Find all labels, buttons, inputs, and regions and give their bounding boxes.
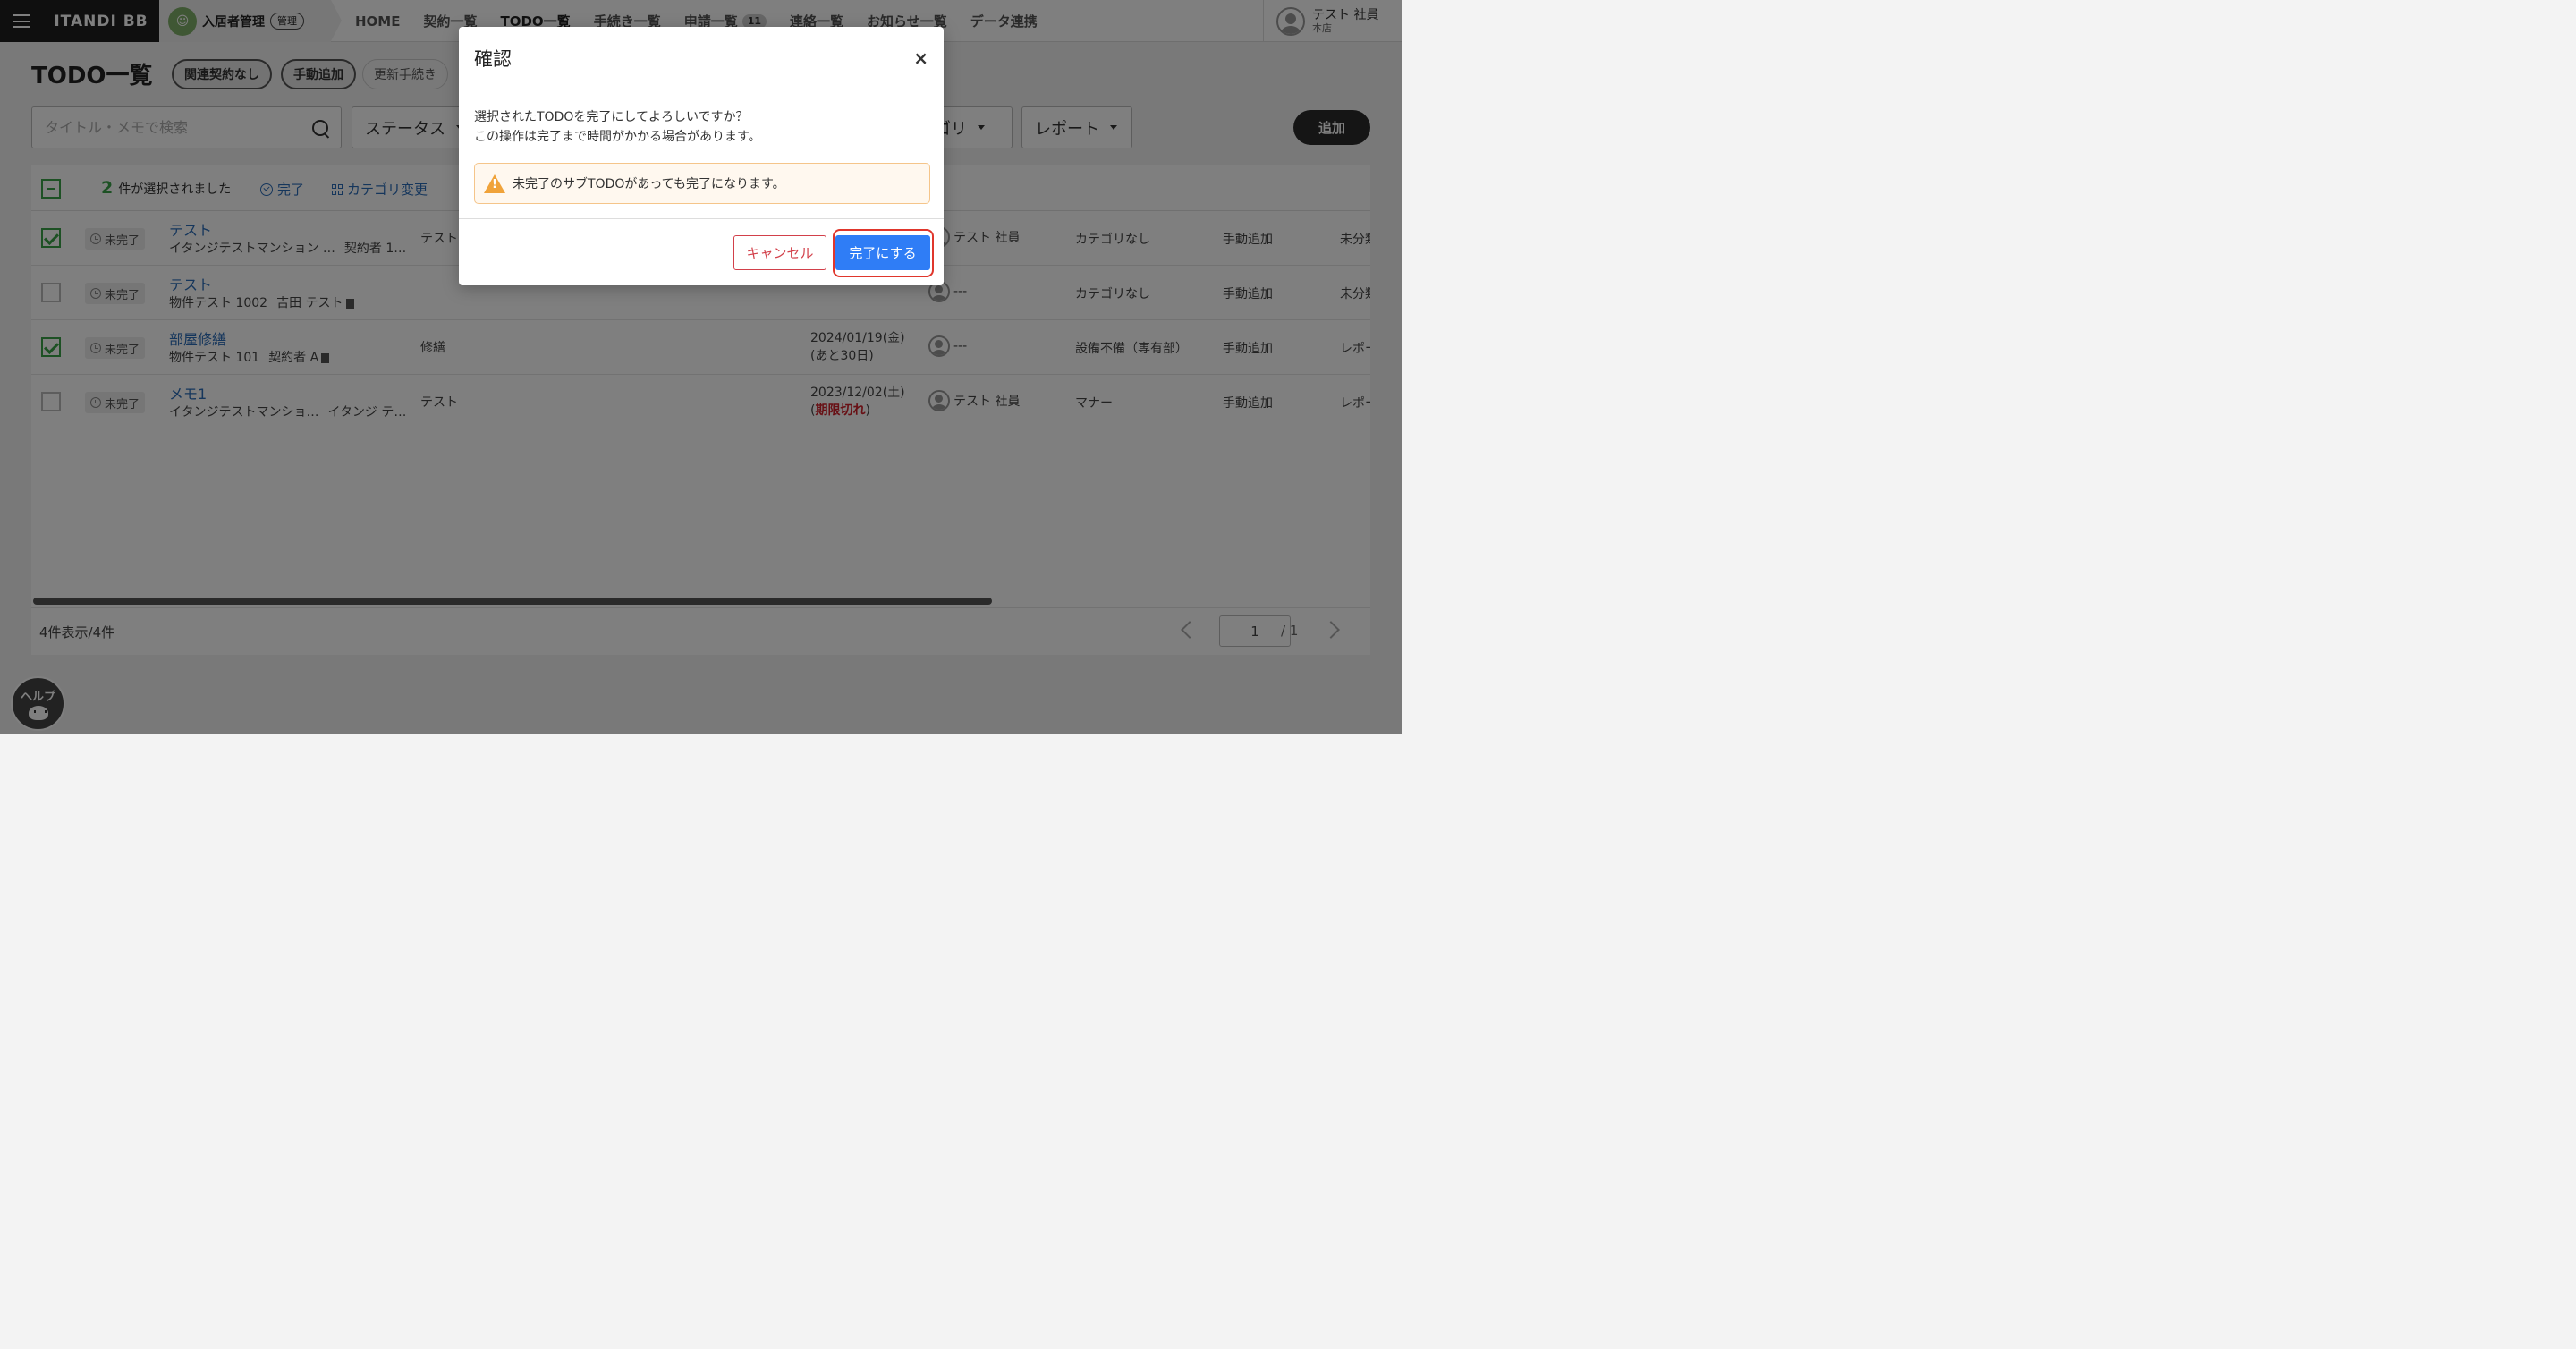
dialog-footer: キャンセル 完了にする xyxy=(459,218,944,285)
dialog-message-line: 選択されたTODOを完了にしてよろしいですか？ xyxy=(474,110,749,124)
dialog-title: 確認 xyxy=(474,47,512,70)
close-icon[interactable]: × xyxy=(913,49,928,67)
warning-alert: 未完了のサブTODOがあっても完了になります。 xyxy=(474,163,930,204)
dialog-body: 選択されたTODOを完了にしてよろしいですか？ この操作は完了まで時間がかかる場… xyxy=(474,107,930,204)
confirm-dialog: 確認 × 選択されたTODOを完了にしてよろしいですか？ この操作は完了まで時間… xyxy=(459,27,944,285)
warning-text: 未完了のサブTODOがあっても完了になります。 xyxy=(513,177,785,191)
cancel-button[interactable]: キャンセル xyxy=(733,235,826,270)
warning-icon xyxy=(484,174,505,193)
dialog-message-line: この操作は完了まで時間がかかる場合があります。 xyxy=(474,130,761,144)
dialog-header: 確認 × xyxy=(459,27,944,89)
confirm-complete-button[interactable]: 完了にする xyxy=(835,235,930,270)
dialog-message: 選択されたTODOを完了にしてよろしいですか？ この操作は完了まで時間がかかる場… xyxy=(474,107,930,147)
